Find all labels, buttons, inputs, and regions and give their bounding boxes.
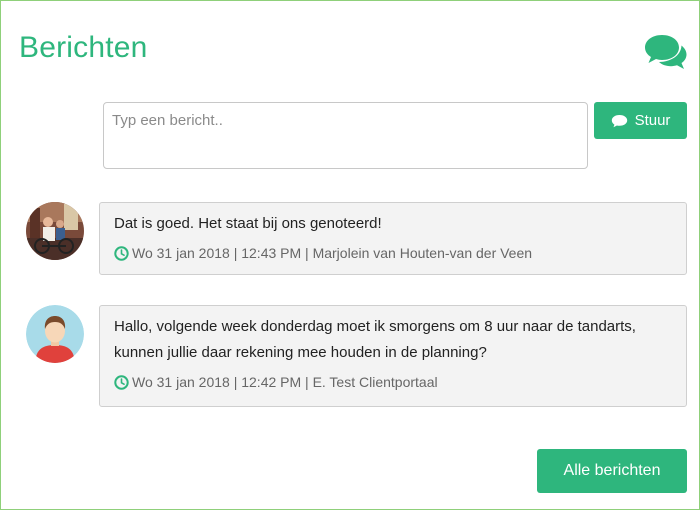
clock-icon — [114, 245, 129, 261]
send-button-label: Stuur — [634, 112, 671, 129]
photo-avatar — [26, 202, 84, 260]
message-meta: Wo 31 jan 2018 | 12:42 PM | E. Test Clie… — [114, 372, 672, 392]
message-text: Hallo, volgende week donderdag moet ik s… — [114, 318, 636, 361]
page-title: Berichten — [19, 31, 148, 64]
message-input[interactable] — [103, 102, 588, 169]
all-messages-button[interactable]: Alle berichten — [537, 449, 687, 493]
message-meta-text: Wo 31 jan 2018 | 12:43 PM | Marjolein va… — [132, 245, 533, 261]
message-meta: Wo 31 jan 2018 | 12:43 PM | Marjolein va… — [114, 243, 672, 263]
chat-bubbles-icon — [645, 35, 687, 69]
send-button[interactable]: Stuur — [594, 102, 687, 139]
clock-icon — [114, 374, 129, 390]
default-user-avatar — [26, 305, 84, 363]
avatar — [26, 305, 84, 363]
message-bubble: Hallo, volgende week donderdag moet ik s… — [99, 305, 687, 407]
message-bubble: Dat is goed. Het staat bij ons genoteerd… — [99, 202, 687, 275]
message-meta-text: Wo 31 jan 2018 | 12:42 PM | E. Test Clie… — [132, 374, 438, 390]
speech-bubble-icon — [611, 114, 627, 127]
avatar — [26, 202, 84, 260]
message-text: Dat is goed. Het staat bij ons genoteerd… — [114, 215, 382, 232]
messages-panel: Berichten Stuur Dat is goed. Het staat — [0, 0, 700, 510]
